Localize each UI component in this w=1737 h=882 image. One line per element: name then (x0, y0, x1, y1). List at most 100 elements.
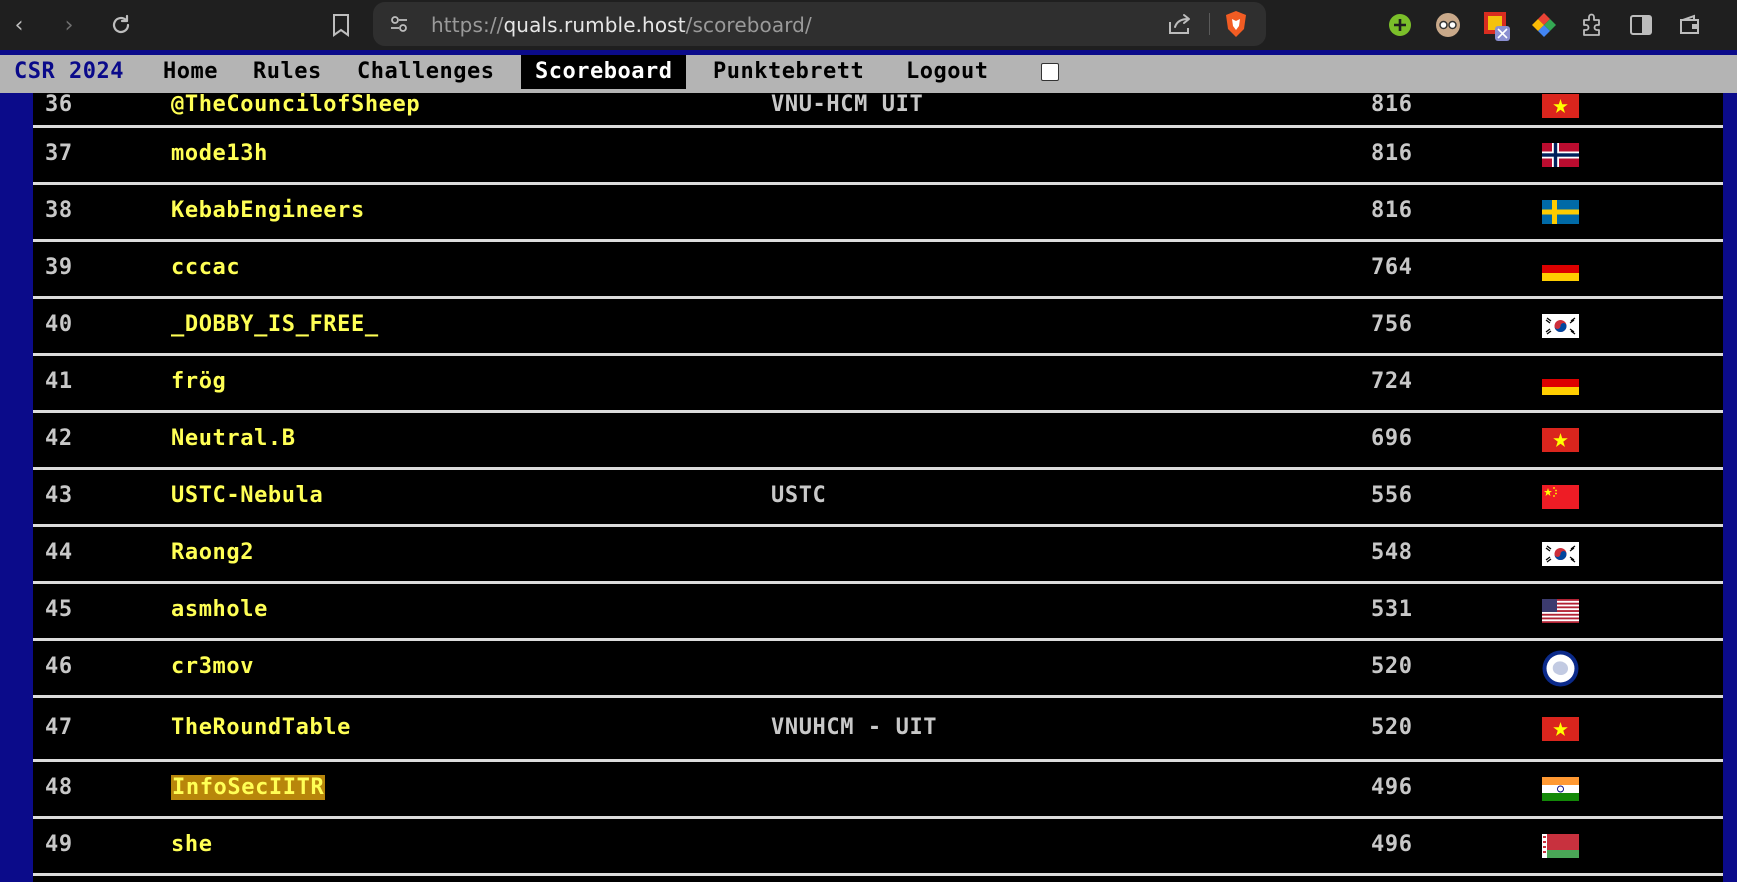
nav-rules[interactable]: Rules (239, 55, 336, 89)
table-row: 37 mode13h 816 (33, 128, 1723, 185)
team-rank: 46 (45, 654, 73, 679)
team-rank: 45 (45, 597, 73, 622)
no-flag-icon (1542, 143, 1579, 167)
nav-punktebrett[interactable]: Punktebrett (699, 55, 878, 89)
reload-icon[interactable] (106, 10, 136, 40)
table-row: 49 she 496 (33, 819, 1723, 876)
table-row: 44 Raong2 548 (33, 527, 1723, 584)
color-picker-extension-icon[interactable] (1531, 12, 1557, 38)
team-rank: 48 (45, 775, 73, 800)
team-rank: 43 (45, 483, 73, 508)
bookmark-icon[interactable] (326, 10, 356, 40)
team-score: 816 (1371, 198, 1413, 223)
table-row: 42 Neutral.B 696 (33, 413, 1723, 470)
team-score: 556 (1371, 483, 1413, 508)
team-score: 548 (1371, 540, 1413, 565)
site-brand[interactable]: CSR 2024 (0, 55, 138, 89)
url-scheme: https:// (431, 13, 504, 37)
team-rank: 42 (45, 426, 73, 451)
team-rank: 36 (45, 93, 73, 117)
kr-flag-icon (1542, 542, 1579, 566)
kr-flag-icon (1542, 314, 1579, 338)
team-name-link[interactable]: @TheCouncilofSheep (171, 93, 420, 117)
table-row: 36 @TheCouncilofSheep VNU-HCM UIT 816 (33, 93, 1723, 128)
table-row: 45 asmhole 531 (33, 584, 1723, 641)
table-row: 46 cr3mov 520 (33, 641, 1723, 698)
forward-icon[interactable]: › (54, 10, 84, 40)
table-row: 39 cccac 764 (33, 242, 1723, 299)
url-path: /scoreboard/ (685, 13, 812, 37)
vn-flag-icon (1542, 428, 1579, 452)
team-name-link[interactable]: TheRoundTable (171, 715, 351, 740)
team-score: 724 (1371, 369, 1413, 394)
team-rank: 49 (45, 832, 73, 857)
sidebar-toggle-icon[interactable] (1628, 12, 1654, 38)
team-name-link[interactable]: cr3mov (171, 654, 254, 679)
site-info-icon[interactable] (389, 14, 409, 34)
team-score: 816 (1371, 141, 1413, 166)
nav-home[interactable]: Home (149, 55, 232, 89)
team-score: 520 (1371, 715, 1413, 740)
team-rank: 40 (45, 312, 73, 337)
team-rank: 41 (45, 369, 73, 394)
team-name-link[interactable]: asmhole (171, 597, 268, 622)
team-name-link[interactable]: frög (171, 369, 226, 394)
table-row: 38 KebabEngineers 816 (33, 185, 1723, 242)
team-name-link[interactable]: InfoSecIITR (171, 775, 326, 800)
back-icon[interactable]: ‹ (4, 10, 34, 40)
nav-scoreboard[interactable]: Scoreboard (521, 55, 687, 89)
nav-challenges[interactable]: Challenges (343, 55, 508, 89)
table-row: 47 TheRoundTable VNUHCM - UIT 520 (33, 698, 1723, 762)
nav-logout[interactable]: Logout (892, 55, 1002, 89)
team-rank: 44 (45, 540, 73, 565)
team-affiliation: USTC (771, 483, 827, 508)
browser-toolbar: ‹ › https://quals.rumble.host/scoreboard… (0, 0, 1737, 50)
table-row: 48 InfoSecIITR 496 (33, 762, 1723, 819)
team-name-link[interactable]: mode13h (171, 141, 268, 166)
team-name-link[interactable]: KebabEngineers (171, 198, 365, 223)
team-score: 764 (1371, 255, 1413, 280)
wallet-icon[interactable] (1677, 12, 1703, 38)
add-extension-icon[interactable] (1387, 12, 1413, 38)
scoreboard-table: 36 @TheCouncilofSheep VNU-HCM UIT 816 37 mode… (33, 93, 1723, 882)
team-name-link[interactable]: Raong2 (171, 540, 254, 565)
table-row: 43 USTC-Nebula USTC 556 (33, 470, 1723, 527)
team-name-link[interactable]: Neutral.B (171, 426, 296, 451)
nav-checkbox[interactable] (1041, 63, 1059, 81)
se-flag-icon (1542, 200, 1579, 224)
team-score: 756 (1371, 312, 1413, 337)
team-score: 496 (1371, 775, 1413, 800)
team-score: 816 (1371, 93, 1413, 117)
vn-flag-icon (1542, 94, 1579, 118)
extensions-puzzle-icon[interactable] (1579, 12, 1605, 38)
url-text[interactable]: https://quals.rumble.host/scoreboard/ (431, 13, 812, 37)
team-score: 696 (1371, 426, 1413, 451)
aq-flag-icon (1542, 650, 1579, 687)
de-flag-icon (1542, 371, 1579, 395)
team-name-link[interactable]: cccac (171, 255, 240, 280)
team-name-link[interactable]: USTC-Nebula (171, 483, 323, 508)
table-row: 41 frög 724 (33, 356, 1723, 413)
url-host: quals.rumble.host (503, 13, 686, 37)
team-score: 520 (1371, 654, 1413, 679)
team-rank: 39 (45, 255, 73, 280)
site-navbar: CSR 2024 Home Rules Challenges Scoreboar… (0, 55, 1737, 93)
team-name-link[interactable]: _DOBBY_IS_FREE_ (171, 312, 379, 337)
team-affiliation: VNUHCM - UIT (771, 715, 938, 740)
cn-flag-icon (1542, 485, 1579, 509)
brave-shields-icon[interactable] (1223, 10, 1249, 38)
us-flag-icon (1542, 599, 1579, 623)
vn-flag-icon (1542, 717, 1579, 741)
team-rank: 37 (45, 141, 73, 166)
incognito-extension-icon[interactable] (1435, 12, 1461, 38)
team-rank: 38 (45, 198, 73, 223)
address-bar[interactable]: https://quals.rumble.host/scoreboard/ (373, 2, 1266, 46)
team-name-link[interactable]: she (171, 832, 213, 857)
team-rank: 47 (45, 715, 73, 740)
team-score: 531 (1371, 597, 1413, 622)
de-flag-icon (1542, 257, 1579, 281)
table-row: 40 _DOBBY_IS_FREE_ 756 (33, 299, 1723, 356)
flag-extension-icon[interactable] (1483, 12, 1510, 41)
share-icon[interactable] (1167, 12, 1193, 36)
team-score: 496 (1371, 832, 1413, 857)
